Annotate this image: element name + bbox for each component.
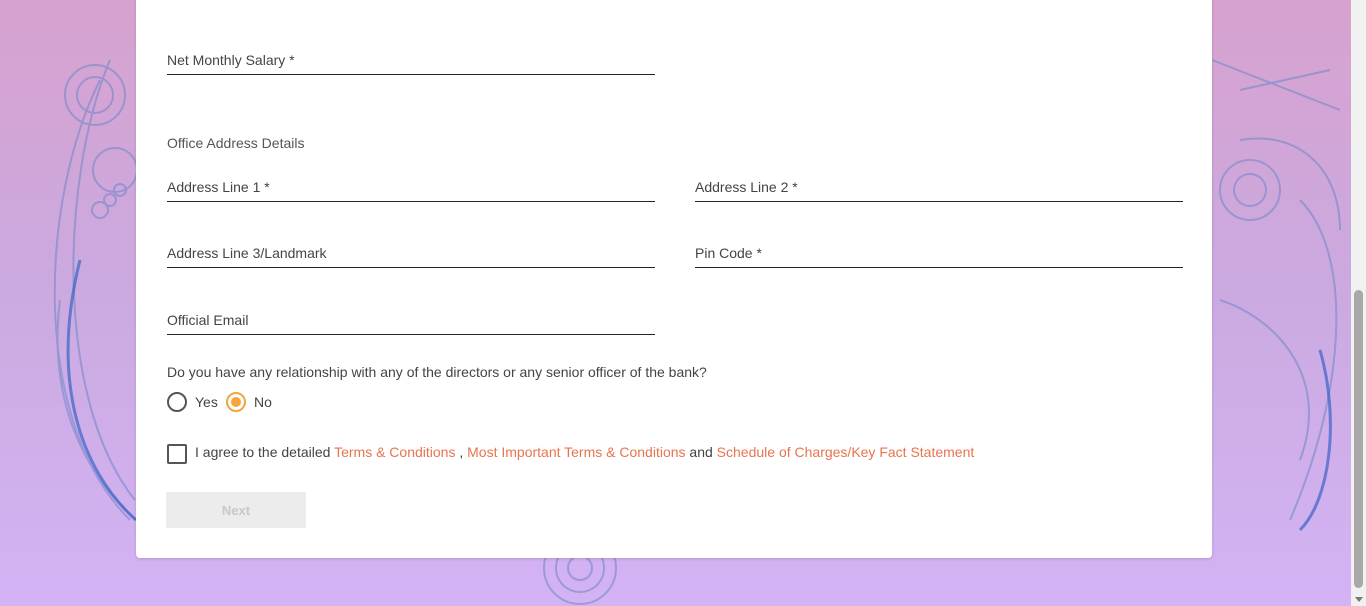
official-email-label: Official Email xyxy=(167,312,249,328)
agreement-prefix: I agree to the detailed xyxy=(195,444,335,460)
schedule-of-charges-link[interactable]: Schedule of Charges/Key Fact Statement xyxy=(717,444,975,460)
radio-yes-label: Yes xyxy=(195,394,218,410)
radio-yes[interactable] xyxy=(167,392,187,412)
application-form-card: Net Monthly Salary * Office Address Deta… xyxy=(136,0,1212,558)
pin-code-field[interactable]: Pin Code * xyxy=(695,243,1183,268)
relationship-question: Do you have any relationship with any of… xyxy=(167,364,707,380)
scrollbar-thumb[interactable] xyxy=(1354,290,1363,588)
address-line1-label: Address Line 1 * xyxy=(167,179,270,195)
terms-conditions-link[interactable]: Terms & Conditions xyxy=(334,444,455,460)
next-button[interactable]: Next xyxy=(166,492,306,528)
address-line2-field[interactable]: Address Line 2 * xyxy=(695,177,1183,202)
scroll-down-arrow-icon[interactable] xyxy=(1355,597,1363,602)
most-important-terms-link[interactable]: Most Important Terms & Conditions xyxy=(467,444,685,460)
net-monthly-salary-label: Net Monthly Salary * xyxy=(167,52,295,68)
office-address-section-title: Office Address Details xyxy=(167,135,305,151)
agreement-separator-1: , xyxy=(455,444,468,460)
address-line3-field[interactable]: Address Line 3/Landmark xyxy=(167,243,655,268)
net-monthly-salary-field[interactable]: Net Monthly Salary * xyxy=(167,50,655,75)
agreement-text: I agree to the detailed Terms & Conditio… xyxy=(195,444,974,460)
page-scrollbar[interactable] xyxy=(1351,0,1366,606)
pin-code-label: Pin Code * xyxy=(695,245,762,261)
radio-no[interactable] xyxy=(226,392,246,412)
radio-no-label: No xyxy=(254,394,272,410)
agree-checkbox[interactable] xyxy=(167,444,187,464)
address-line3-label: Address Line 3/Landmark xyxy=(167,245,327,261)
address-line1-field[interactable]: Address Line 1 * xyxy=(167,177,655,202)
address-line2-label: Address Line 2 * xyxy=(695,179,798,195)
agreement-separator-2: and xyxy=(685,444,717,460)
official-email-field[interactable]: Official Email xyxy=(167,310,655,335)
